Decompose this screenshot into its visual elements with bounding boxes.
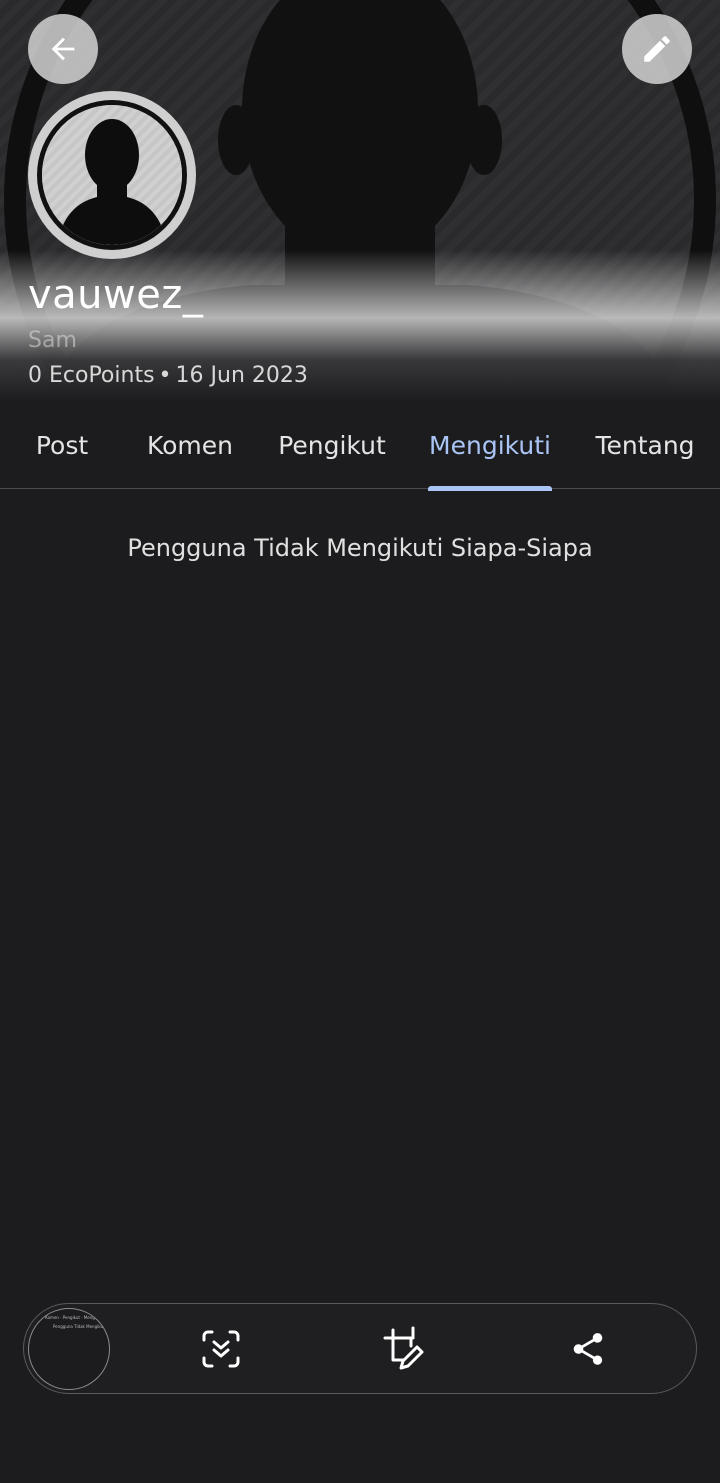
tab-label: Post [35,431,89,460]
arrow-left-icon [51,37,75,61]
display-name: Sam [28,328,77,353]
avatar[interactable] [28,91,196,259]
tab-tentang[interactable]: Tentang [578,402,712,489]
pencil-icon [644,36,670,62]
edit-profile-button[interactable] [622,14,692,84]
crop-edit-icon [383,1326,424,1370]
crop-edit-button[interactable] [377,1322,431,1376]
tab-label: Komen [146,431,234,460]
default-avatar-silhouette-icon [42,105,182,245]
tab-post[interactable]: Post [0,402,124,489]
scroll-capture-icon [202,1330,240,1368]
profile-screen: vauwez_ Sam 0 EcoPoints • 16 Jun 2023 Post… [0,0,720,1483]
profile-tabs: Post Komen Pengikut Mengikuti Tentang [0,402,720,491]
active-tab-indicator [428,486,552,491]
tab-label: Mengikuti [429,431,551,460]
tab-label: Tentang [595,431,695,460]
screenshot-preview-thumbnail[interactable]: Post · Komen · Pengikut · Mengikuti Peng… [28,1308,110,1390]
tab-komen[interactable]: Komen [128,402,252,489]
empty-state-message: Pengguna Tidak Mengikuti Siapa-Siapa [127,534,593,562]
username: vauwez_ [28,272,204,318]
profile-meta: 0 EcoPoints • 16 Jun 2023 [28,363,308,388]
eco-points: 0 EcoPoints [28,363,155,388]
back-button[interactable] [28,14,98,84]
screenshot-toolbar: Post · Komen · Pengikut · Mengikuti Peng… [23,1303,697,1394]
share-icon [573,1333,603,1365]
meta-separator: • [158,363,172,388]
tab-label: Pengikut [278,431,386,460]
tab-pengikut[interactable]: Pengikut [266,402,398,489]
scroll-capture-button[interactable] [194,1322,248,1376]
tab-mengikuti[interactable]: Mengikuti [418,402,562,491]
join-date: 16 Jun 2023 [175,363,308,388]
share-button[interactable] [561,1322,615,1376]
